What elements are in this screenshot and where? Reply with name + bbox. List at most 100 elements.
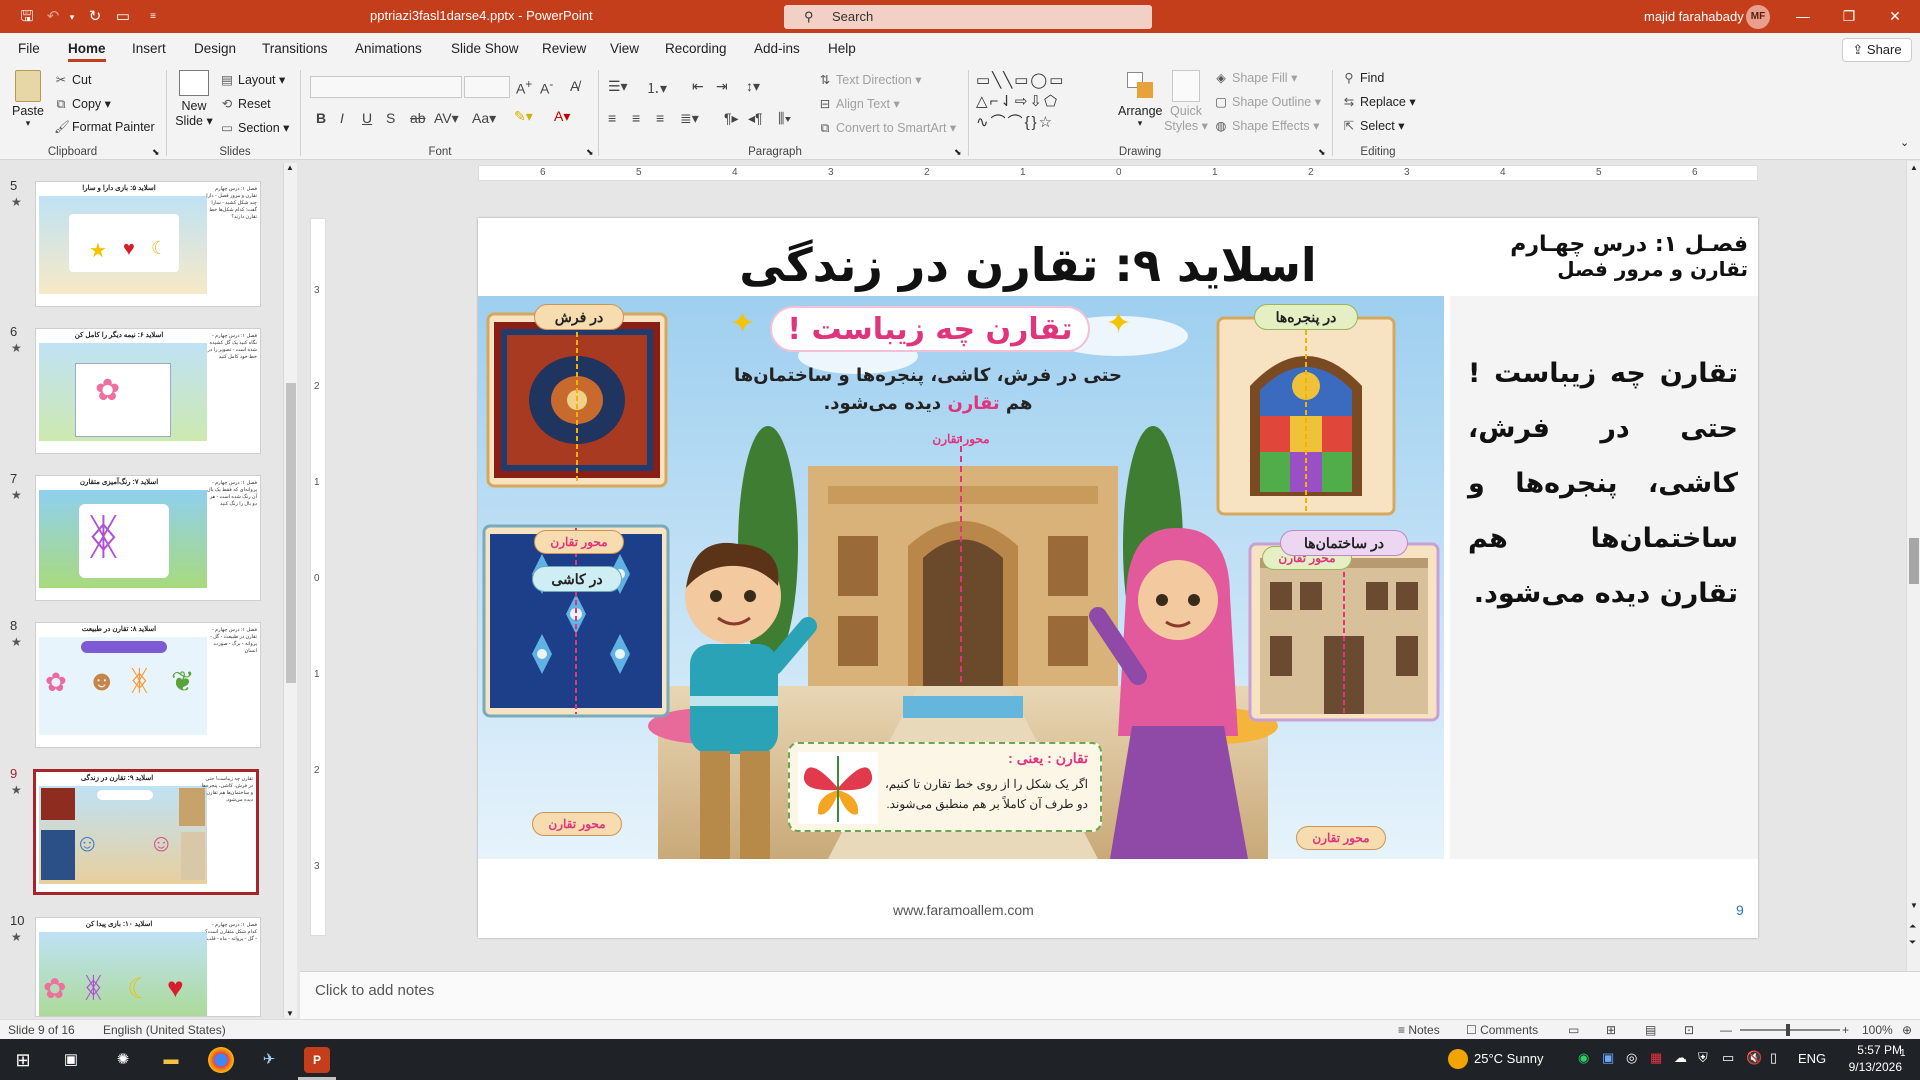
notes-placeholder[interactable]: Click to add notes	[315, 982, 434, 999]
tab-file[interactable]: File	[18, 41, 40, 56]
chrome-icon[interactable]	[208, 1047, 234, 1073]
strikethrough-icon[interactable]: ab	[410, 110, 426, 126]
thumbnail-scrollbar[interactable]: ▲ ▼	[283, 163, 297, 1018]
customize-toolbar-icon[interactable]: ≡	[142, 7, 164, 27]
weather-status[interactable]: 25°C Sunny	[1474, 1051, 1544, 1066]
input-language[interactable]: ENG	[1798, 1051, 1826, 1066]
task-view-icon[interactable]: ▣	[58, 1047, 84, 1073]
slide-thumbnail-6[interactable]: اسلاید ۶: نیمه دیگر را کامل کن ✿ فصل ۱: …	[35, 328, 261, 454]
minimize-icon[interactable]: —	[1780, 4, 1826, 28]
avatar[interactable]: MF	[1746, 5, 1770, 29]
section-button[interactable]: ▭ Section ▾	[220, 120, 289, 135]
clear-format-icon[interactable]: A̸	[570, 78, 579, 94]
tray-app-icon[interactable]: ☁	[1674, 1050, 1687, 1066]
close-icon[interactable]: ✕	[1872, 4, 1918, 28]
tray-app-icon[interactable]: ▦	[1650, 1050, 1662, 1066]
zoom-level[interactable]: 100%	[1862, 1023, 1893, 1037]
highlight-icon[interactable]: ✎▾	[514, 108, 533, 125]
collapse-ribbon-icon[interactable]: ⌄	[1900, 136, 1909, 149]
arrange-button[interactable]: Arrange ▾	[1118, 70, 1162, 129]
editor-scrollbar[interactable]: ▲ ▼ ⏶ ⏷	[1906, 161, 1920, 971]
undo-icon[interactable]: ↶	[42, 7, 64, 27]
text-direction-button[interactable]: ⇅ Text Direction ▾	[818, 72, 922, 87]
tab-insert[interactable]: Insert	[132, 41, 166, 56]
decrease-font-icon[interactable]: A-	[540, 78, 553, 97]
rtl-icon[interactable]: ◂¶	[748, 110, 763, 127]
restore-icon[interactable]: ❐	[1826, 4, 1872, 28]
save-icon[interactable]: 🖫	[16, 7, 38, 27]
clipboard-launcher-icon[interactable]: ⬊	[152, 147, 160, 158]
comments-button[interactable]: ☐ Comments	[1466, 1023, 1538, 1037]
network-icon[interactable]: ▭	[1722, 1050, 1734, 1066]
decrease-indent-icon[interactable]: ⇤	[692, 78, 704, 95]
tab-transitions[interactable]: Transitions	[262, 41, 328, 56]
ltr-icon[interactable]: ¶▸	[724, 110, 739, 127]
new-slide-button[interactable]: New Slide ▾	[172, 70, 216, 128]
search-input[interactable]: ⚲ Search	[784, 5, 1152, 29]
next-slide-icon[interactable]: ⏷	[1909, 937, 1916, 948]
shape-fill-button[interactable]: ◈ Shape Fill ▾	[1214, 70, 1297, 85]
numbering-icon[interactable]: ⒈▾	[646, 78, 667, 98]
format-painter-button[interactable]: 🖌 Format Painter	[54, 120, 155, 135]
battery-icon[interactable]: ▯	[1770, 1050, 1777, 1066]
weather-icon[interactable]	[1448, 1049, 1468, 1069]
underline-icon[interactable]: U	[362, 110, 372, 126]
bullets-icon[interactable]: ☰▾	[608, 78, 628, 95]
user-name[interactable]: majid farahabady	[1644, 9, 1744, 24]
slide-sorter-icon[interactable]: ⊞	[1606, 1023, 1616, 1037]
zoom-slider[interactable]	[1740, 1029, 1840, 1031]
whatsapp-icon[interactable]: ◉	[1578, 1050, 1589, 1066]
change-case-icon[interactable]: Aa▾	[472, 110, 496, 127]
select-button[interactable]: ⇱ Select ▾	[1342, 118, 1405, 133]
copy-button[interactable]: ⧉ Copy ▾	[54, 96, 111, 112]
zoom-out-icon[interactable]: —	[1720, 1023, 1732, 1037]
clock[interactable]: 5:57 PM 9/13/2026	[1846, 1042, 1902, 1076]
shadow-icon[interactable]: S	[386, 110, 395, 126]
undo-dropdown-icon[interactable]: ▾	[66, 7, 78, 27]
slide-thumbnail-5[interactable]: اسلاید ۵: بازی دارا و سارا ★ ♥ ☾ فصل ۱: …	[35, 181, 261, 307]
redo-icon[interactable]: ↻	[84, 7, 106, 27]
slide-title[interactable]: اسلاید ۹: تقارن در زندگی	[728, 238, 1328, 292]
zoom-in-icon[interactable]: +	[1842, 1023, 1849, 1037]
speaker-muted-icon[interactable]: 🔇	[1746, 1050, 1762, 1066]
tab-add-ins[interactable]: Add-ins	[754, 41, 800, 56]
align-center-icon[interactable]: ≡	[632, 110, 640, 126]
find-button[interactable]: ⚲ Find	[1342, 70, 1384, 85]
windows-start-icon[interactable]: ⊞	[10, 1047, 36, 1073]
slide-canvas[interactable]: اسلاید ۹: تقارن در زندگی فصـل ۱: درس چهـ…	[478, 218, 1758, 938]
quick-styles-button[interactable]: Quick Styles ▾	[1164, 70, 1208, 133]
drawing-launcher-icon[interactable]: ⬊	[1318, 147, 1326, 158]
font-family-combo[interactable]	[310, 76, 462, 98]
scroll-down-icon[interactable]: ▼	[286, 1009, 294, 1018]
scroll-down-icon[interactable]: ▼	[1910, 901, 1918, 910]
notes-pane[interactable]: Click to add notes	[300, 971, 1920, 1019]
slide-thumbnail-9[interactable]: اسلاید ۹: تقارن در زندگی ☺ ☺ تقارن چه زی…	[33, 769, 259, 895]
scroll-up-icon[interactable]: ▲	[286, 163, 294, 172]
tray-app-icon[interactable]: ▣	[1602, 1050, 1614, 1066]
notes-button[interactable]: ≡ Notes	[1398, 1023, 1440, 1037]
tray-app-icon[interactable]: ◎	[1626, 1050, 1637, 1066]
reading-view-icon[interactable]: ▤	[1645, 1023, 1656, 1037]
font-launcher-icon[interactable]: ⬊	[586, 147, 594, 158]
zoom-slider-thumb[interactable]	[1786, 1024, 1790, 1036]
font-color-icon[interactable]: A▾	[554, 108, 570, 125]
symmetry-illustration[interactable]: تقارن چه زیباست ! ✦ ✦ حتی در فرش، کاشی، …	[478, 296, 1444, 859]
side-text-box[interactable]: تقارن چه زیباست ! حتی در فرش، کاشی، پنجر…	[1450, 296, 1758, 859]
fit-slide-icon[interactable]: ⊕	[1902, 1023, 1912, 1037]
previous-slide-icon[interactable]: ⏶	[1909, 921, 1916, 932]
tab-slide-show[interactable]: Slide Show	[451, 41, 519, 56]
increase-font-icon[interactable]: A+	[516, 78, 532, 97]
tab-home[interactable]: Home	[68, 41, 106, 62]
chapter-heading[interactable]: فصـل ۱: درس چهـارم تقارن و مرور فصل	[1510, 232, 1748, 281]
bold-icon[interactable]: B	[316, 110, 326, 126]
paragraph-launcher-icon[interactable]: ⬊	[954, 147, 962, 158]
increase-indent-icon[interactable]: ⇥	[716, 78, 728, 95]
reset-button[interactable]: ⟲ Reset	[220, 96, 271, 111]
shield-icon[interactable]: ⛨	[1698, 1050, 1708, 1066]
app-icon[interactable]: ✈	[256, 1047, 282, 1073]
shape-outline-button[interactable]: ▢ Shape Outline ▾	[1214, 94, 1321, 109]
tab-animations[interactable]: Animations	[355, 41, 422, 56]
powerpoint-taskbar-icon[interactable]: P	[304, 1047, 330, 1073]
convert-smartart-button[interactable]: ⧉ Convert to SmartArt ▾	[818, 120, 957, 136]
chatgpt-icon[interactable]: ✺	[110, 1047, 136, 1073]
